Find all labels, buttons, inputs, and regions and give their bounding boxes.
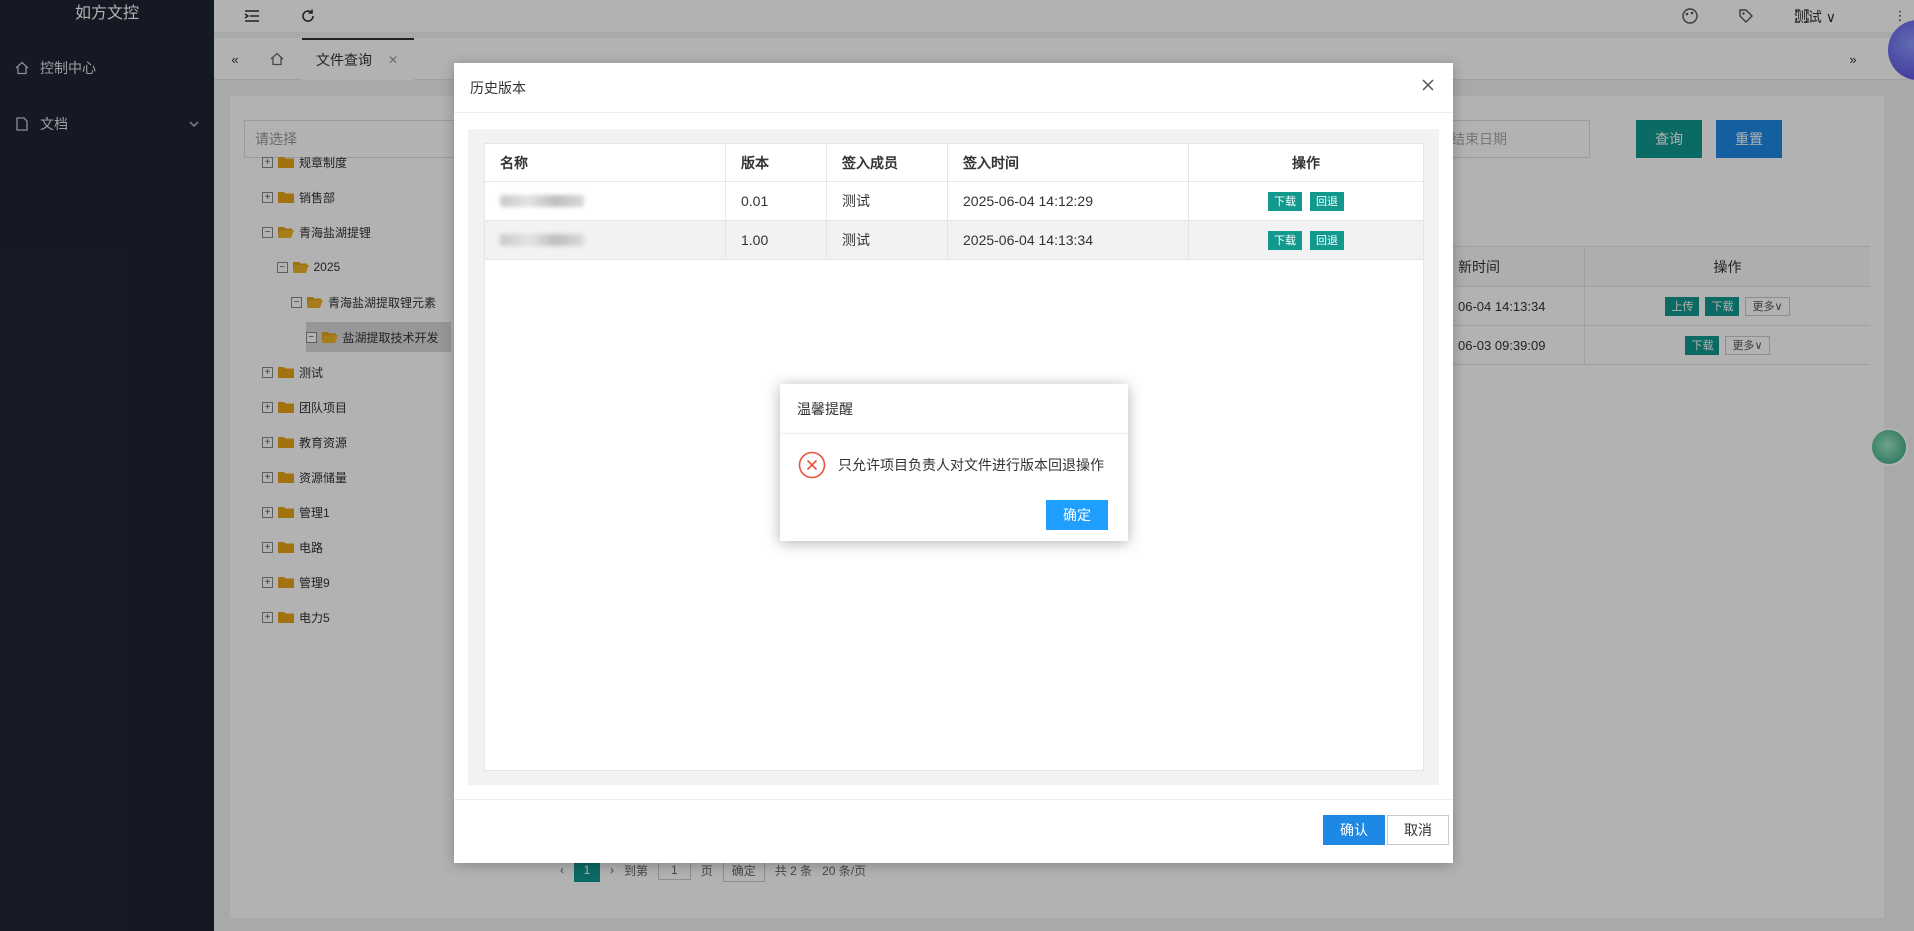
column-header: 操作 <box>1292 154 1320 171</box>
time-cell: 2025-06-04 14:13:34 <box>948 221 1189 259</box>
close-icon[interactable] <box>1421 78 1441 98</box>
file-name-cell <box>485 221 726 259</box>
member-cell: 测试 <box>827 221 948 259</box>
table-header: 名称 版本 签入成员 签入时间 操作 <box>485 144 1423 182</box>
rollback-button[interactable]: 回退 <box>1310 230 1344 250</box>
file-name-cell <box>485 182 726 220</box>
redacted-name <box>500 195 584 207</box>
dialog-message-text: 只允许项目负责人对文件进行版本回退操作 <box>838 457 1104 473</box>
table-row: 1.00 测试 2025-06-04 14:13:34 下载 回退 <box>485 221 1423 260</box>
confirm-button[interactable]: 确认 <box>1323 815 1385 845</box>
download-button[interactable]: 下载 <box>1268 230 1302 250</box>
version-cell: 1.00 <box>726 221 827 259</box>
dialog-title: 温馨提醒 <box>780 384 1128 434</box>
dialog-message: 只允许项目负责人对文件进行版本回退操作 <box>798 451 1104 479</box>
column-header: 版本 <box>726 144 827 181</box>
rollback-button[interactable]: 回退 <box>1310 191 1344 211</box>
modal-footer: 确认 取消 <box>454 799 1453 863</box>
download-button[interactable]: 下载 <box>1268 191 1302 211</box>
error-icon <box>798 451 826 479</box>
column-header: 签入成员 <box>827 144 948 181</box>
time-cell: 2025-06-04 14:12:29 <box>948 182 1189 220</box>
redacted-name <box>500 234 584 246</box>
table-row: 0.01 测试 2025-06-04 14:12:29 下载 回退 <box>485 182 1423 221</box>
ok-button[interactable]: 确定 <box>1046 500 1108 530</box>
column-header: 签入时间 <box>948 144 1189 181</box>
warning-dialog: 温馨提醒 只允许项目负责人对文件进行版本回退操作 确定 <box>780 384 1128 541</box>
version-cell: 0.01 <box>726 182 827 220</box>
member-cell: 测试 <box>827 182 948 220</box>
cancel-button[interactable]: 取消 <box>1387 815 1449 845</box>
column-header: 名称 <box>485 144 726 181</box>
modal-title: 历史版本 <box>454 63 1453 113</box>
